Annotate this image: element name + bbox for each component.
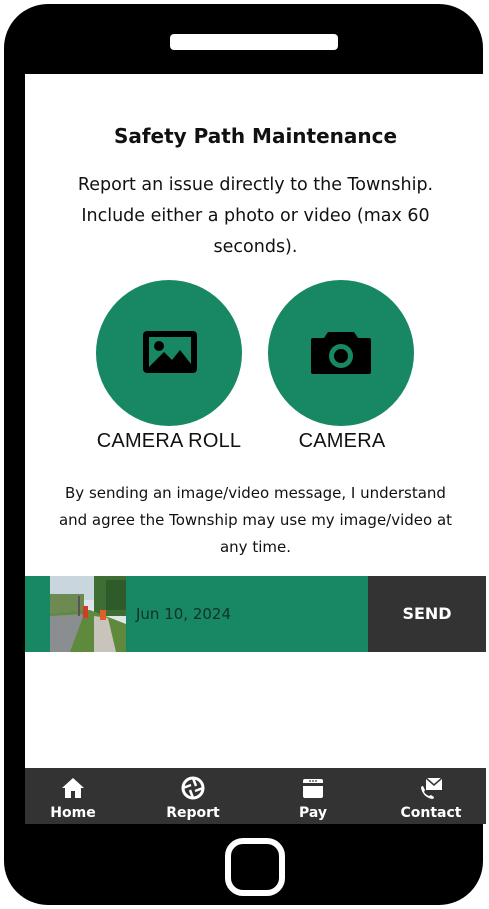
camera-icon bbox=[311, 332, 371, 374]
image-icon bbox=[143, 331, 197, 373]
house-icon bbox=[62, 778, 84, 798]
tab-pay[interactable]: Pay bbox=[265, 768, 361, 824]
attachment-bar: Jun 10, 2024 SEND bbox=[25, 576, 486, 652]
phone-home-button[interactable] bbox=[225, 838, 285, 896]
tab-home[interactable]: Home bbox=[25, 768, 121, 824]
camera-roll-button[interactable] bbox=[96, 280, 242, 426]
tab-pay-label: Pay bbox=[298, 805, 328, 821]
attachment-date: Jun 10, 2024 bbox=[136, 605, 232, 623]
aperture-icon bbox=[181, 776, 205, 800]
attachment-thumbnail[interactable] bbox=[50, 576, 126, 652]
speaker-slot bbox=[170, 34, 338, 50]
bottom-tab-bar: Home Report Pay Contact bbox=[25, 768, 486, 824]
consent-text: By sending an image/video message, I und… bbox=[58, 484, 453, 556]
envelope-phone-icon bbox=[421, 777, 443, 799]
camera-roll-label: CAMERA ROLL bbox=[96, 430, 242, 452]
tab-report[interactable]: Report bbox=[145, 768, 241, 824]
tab-contact-label: Contact bbox=[400, 805, 462, 821]
phone-frame: Safety Path Maintenance Report an issue … bbox=[4, 4, 486, 905]
page-title: Safety Path Maintenance bbox=[113, 124, 398, 148]
camera-button[interactable] bbox=[268, 280, 414, 426]
tab-home-label: Home bbox=[50, 805, 96, 821]
camera-label: CAMERA bbox=[298, 430, 386, 452]
send-button[interactable]: SEND bbox=[368, 576, 486, 652]
app-screen: Safety Path Maintenance Report an issue … bbox=[25, 74, 486, 824]
tab-contact[interactable]: Contact bbox=[383, 768, 479, 824]
tab-report-label: Report bbox=[166, 805, 220, 821]
intro-text: Report an issue directly to the Township… bbox=[77, 175, 434, 257]
path-photo-thumbnail bbox=[50, 576, 126, 652]
card-icon bbox=[303, 779, 323, 798]
